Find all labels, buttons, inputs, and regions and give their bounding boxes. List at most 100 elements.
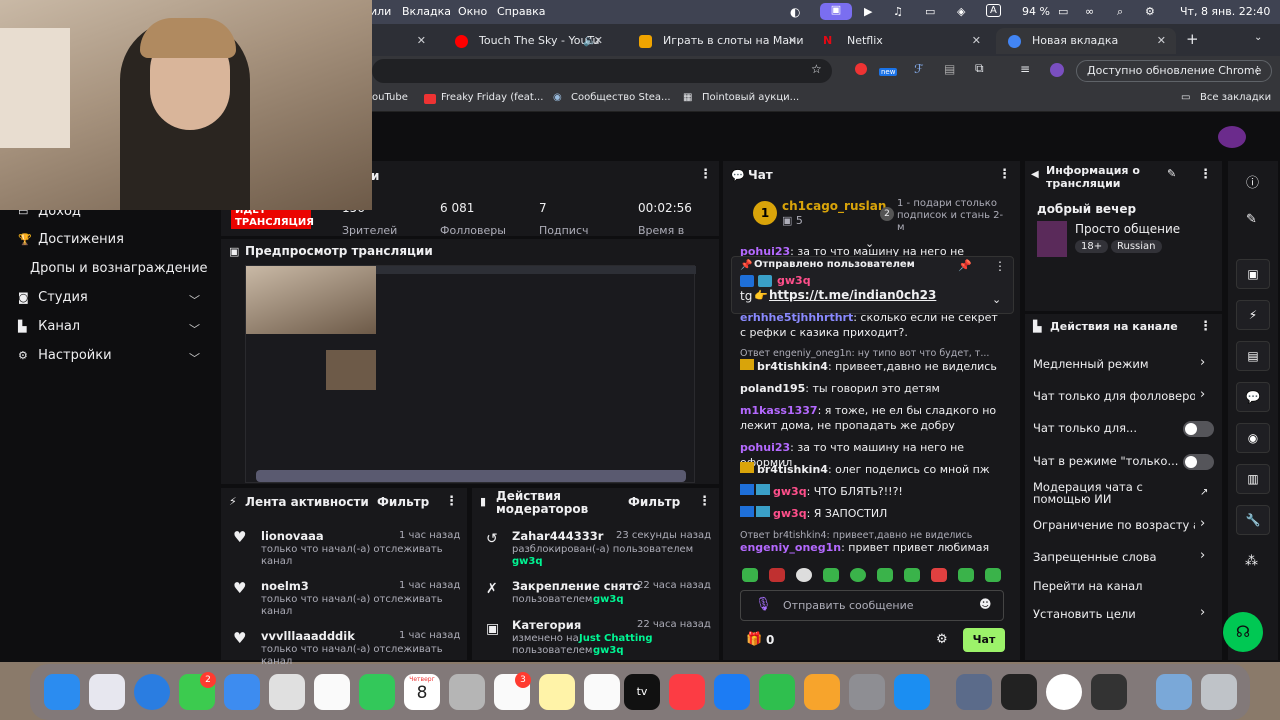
extension-icon[interactable] [855, 63, 867, 75]
tab-new[interactable]: Новая вкладка ✕ [996, 28, 1176, 54]
action-age-restriction[interactable]: Ограничение по возрасту а [1033, 518, 1195, 532]
more-icon[interactable]: ⋮ [1199, 167, 1212, 182]
bookmark-auction[interactable]: Пointовый аукци... [702, 92, 799, 103]
activity-user[interactable]: noelm3 [261, 579, 309, 593]
translate-icon[interactable]: ℱ [914, 62, 923, 76]
chevron-down-icon[interactable]: ⌄ [992, 293, 1001, 306]
downloads-icon[interactable] [1156, 674, 1192, 710]
wrench-icon[interactable]: 🔧 [1236, 505, 1270, 535]
menu-item[interactable]: Справка [497, 5, 545, 18]
safari-icon[interactable] [134, 674, 170, 710]
contacts-icon[interactable] [449, 674, 485, 710]
play-icon[interactable]: ▶ [864, 5, 872, 18]
more-icon[interactable]: ⋮ [698, 494, 711, 509]
music-icon[interactable] [669, 674, 705, 710]
omnibox[interactable] [372, 59, 832, 83]
camera-icon[interactable]: ▣ [1236, 259, 1270, 289]
stage-manager-icon[interactable]: ◐ [790, 5, 800, 19]
chevron-right-icon[interactable]: › [1200, 355, 1205, 370]
more-icon[interactable]: ⋮ [699, 167, 712, 182]
document-icon[interactable]: ▤ [1236, 341, 1270, 371]
emote-icon[interactable] [958, 568, 974, 582]
more-icon[interactable]: ⋮ [445, 494, 458, 509]
emote-icon[interactable] [850, 568, 866, 582]
mod-user[interactable]: Zahar444333r [512, 529, 603, 543]
activity-user[interactable]: lionovaaa [261, 529, 324, 543]
close-icon[interactable]: ✕ [788, 28, 797, 54]
launchpad-icon[interactable] [89, 674, 125, 710]
emote-icon[interactable] [931, 568, 947, 582]
category-box-art[interactable] [1037, 221, 1067, 257]
avatar[interactable] [1050, 63, 1064, 77]
emote-only-toggle[interactable] [1183, 454, 1214, 470]
action-slow-mode[interactable]: Медленный режим [1033, 357, 1213, 371]
filter-button[interactable]: Фильтр [628, 495, 680, 509]
bookmark-youtube[interactable]: ouTube [372, 92, 408, 103]
puzzle-icon[interactable]: ⧉ [975, 61, 984, 76]
unpin-icon[interactable]: 📌 [958, 259, 972, 272]
bookmark-freaky[interactable]: Freaky Friday (feat... [441, 92, 543, 103]
mod-actor[interactable]: gw3q [512, 556, 543, 568]
category-link[interactable]: Just Chatting [579, 633, 653, 645]
input-source[interactable]: A [986, 4, 1001, 17]
layout-icon[interactable]: ▥ [1236, 464, 1270, 494]
pinned-link[interactable]: https://t.me/indian0ch23 [769, 288, 936, 302]
more-icon[interactable]: ⋮ [1199, 319, 1212, 334]
tag[interactable]: 18+ [1075, 240, 1109, 253]
media-icon[interactable]: ≡ [1020, 62, 1030, 76]
update-chrome-button[interactable]: Доступно обновление Chrome ⋮ [1076, 60, 1272, 82]
tv-icon[interactable]: tv [624, 674, 660, 710]
trash-icon[interactable] [1201, 674, 1237, 710]
action-ai-moderation[interactable]: Модерация чата с помощью ИИ [1033, 481, 1183, 505]
search-icon[interactable]: ⌕ [1117, 5, 1123, 19]
activity-user[interactable]: vvvlllaaadddik [261, 629, 355, 643]
nav-settings[interactable]: ⚙ Настройки [18, 348, 112, 363]
chevron-right-icon[interactable]: › [1200, 548, 1205, 563]
share-icon[interactable]: ⁂ [1245, 554, 1258, 569]
star-icon[interactable]: ☆ [811, 62, 822, 76]
piano-icon[interactable] [1001, 674, 1037, 710]
nav-channel[interactable]: ▙ Канал [18, 319, 80, 334]
keynote-icon[interactable] [714, 674, 750, 710]
menu-item[interactable]: Окно [458, 5, 487, 18]
action-go-to-channel[interactable]: Перейти на канал [1033, 579, 1213, 593]
link-icon[interactable]: ∞ [1085, 5, 1094, 18]
tab-partial[interactable]: ✕ [380, 28, 436, 54]
action-banned-words[interactable]: Запрещенные слова [1033, 550, 1213, 564]
close-icon[interactable]: ✕ [972, 28, 981, 54]
extension-icon[interactable]: ▤ [944, 62, 955, 76]
filter-button[interactable]: Фильтр [377, 495, 429, 509]
bookmark-steam[interactable]: Сообщество Stea... [571, 92, 671, 103]
close-icon[interactable]: ✕ [1157, 28, 1166, 54]
chat-input[interactable]: 🎙 Отправить сообщение ☻ [740, 590, 1004, 621]
chat-icon[interactable]: 💬 [1236, 382, 1270, 412]
app-icon[interactable] [956, 674, 992, 710]
chevron-right-icon[interactable]: › [1200, 516, 1205, 531]
chevron-down-icon[interactable]: ﹀ [189, 292, 200, 308]
action-followers-only[interactable]: Чат только для фолловеров [1033, 389, 1195, 403]
mod-actor[interactable]: gw3q [593, 645, 624, 657]
mic-icon[interactable]: 🎙 [755, 597, 772, 612]
finder-icon[interactable] [44, 674, 80, 710]
edit-icon[interactable]: ✎ [1246, 212, 1257, 227]
freeform-icon[interactable] [584, 674, 620, 710]
emote-icon[interactable] [904, 568, 920, 582]
display-icon[interactable]: ▭ [925, 5, 935, 18]
maps-icon[interactable] [269, 674, 305, 710]
close-icon[interactable]: ✕ [594, 28, 603, 54]
notes-icon[interactable] [539, 674, 575, 710]
system-settings-icon[interactable] [849, 674, 885, 710]
tab-search-icon[interactable]: ⌄ [1254, 32, 1262, 43]
more-icon[interactable]: ⋮ [998, 167, 1011, 182]
edit-icon[interactable]: ✎ [1167, 167, 1176, 180]
chevron-left-icon[interactable]: ◀ [1031, 169, 1039, 180]
mail-icon[interactable] [224, 674, 260, 710]
facetime-icon[interactable] [359, 674, 395, 710]
menu-item[interactable]: или [370, 5, 391, 18]
broadcast-icon[interactable]: ◉ [1236, 423, 1270, 453]
emote-icon[interactable] [823, 568, 839, 582]
tab-slots[interactable]: Играть в слоты на Мани ✕ [627, 28, 807, 54]
photos-icon[interactable] [314, 674, 350, 710]
clock[interactable]: Чт, 8 янв. 22:40 [1180, 5, 1270, 18]
emote-icon[interactable] [769, 568, 785, 582]
